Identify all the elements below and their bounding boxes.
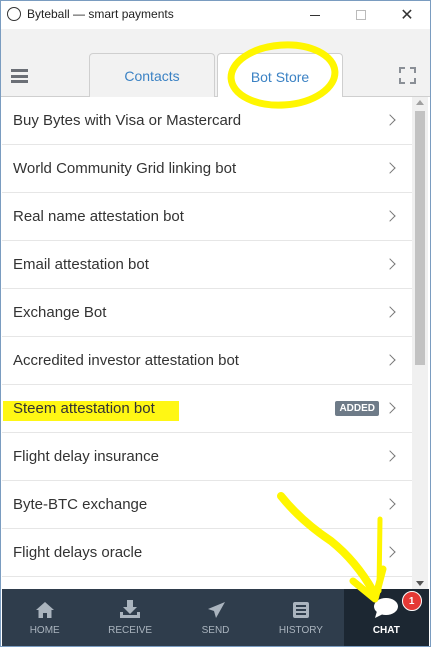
tab-bot-store[interactable]: Bot Store <box>217 53 343 99</box>
scrollbar[interactable] <box>412 97 428 589</box>
bot-label: Byte-BTC exchange <box>13 496 148 513</box>
close-button[interactable]: ✕ <box>384 1 430 29</box>
bot-label: Buy Bytes with Visa or Mastercard <box>13 112 242 129</box>
nav-receive[interactable]: RECEIVE <box>87 589 172 646</box>
bot-label: Flight delays oracle <box>13 544 143 561</box>
chevron-right-icon <box>384 258 396 270</box>
bot-row-accredited-investor[interactable]: Accredited investor attestation bot <box>2 337 412 385</box>
scroll-thumb[interactable] <box>415 111 425 365</box>
chevron-right-icon <box>384 498 396 510</box>
window-title: Byteball — smart payments <box>27 7 174 21</box>
nav-history-label: HISTORY <box>278 625 323 636</box>
notification-badge: 1 <box>401 591 422 611</box>
chevron-right-icon <box>384 450 396 462</box>
minimize-icon <box>310 14 320 16</box>
bot-label: Accredited investor attestation bot <box>13 352 239 369</box>
bot-row-flight-delay-insurance[interactable]: Flight delay insurance <box>2 433 412 481</box>
nav-home-label: HOME <box>29 625 60 636</box>
header: Contacts Bot Store <box>1 29 430 99</box>
receive-icon <box>120 600 141 618</box>
bot-label: Exchange Bot <box>13 304 107 321</box>
nav-chat-label: CHAT <box>372 625 400 636</box>
added-badge: ADDED <box>335 401 379 416</box>
maximize-button[interactable] <box>338 1 384 29</box>
bot-row-buy-bytes[interactable]: Buy Bytes with Visa or Mastercard <box>2 97 412 145</box>
bot-label: Steem attestation bot <box>13 400 155 417</box>
bot-row-exchange[interactable]: Exchange Bot <box>2 289 412 337</box>
bot-list: Buy Bytes with Visa or Mastercard World … <box>2 97 412 589</box>
title-bar[interactable]: Byteball — smart payments ✕ <box>1 1 430 29</box>
nav-history[interactable]: HISTORY <box>258 589 343 646</box>
chevron-right-icon <box>384 402 396 414</box>
scroll-down-arrow-icon[interactable] <box>416 581 424 586</box>
bottom-nav: HOME RECEIVE SEND HISTORY CHAT 1 <box>2 589 430 646</box>
bot-row-world-community-grid[interactable]: World Community Grid linking bot <box>2 145 412 193</box>
chevron-right-icon <box>384 306 396 318</box>
bot-label: Email attestation bot <box>13 256 149 273</box>
bot-label: Flight delay insurance <box>13 448 159 465</box>
maximize-icon <box>356 10 366 20</box>
nav-chat[interactable]: CHAT 1 <box>343 589 430 646</box>
close-icon: ✕ <box>400 7 414 24</box>
bot-row-partial[interactable] <box>2 577 412 589</box>
chevron-right-icon <box>384 354 396 366</box>
bot-row-steem[interactable]: Steem attestation bot ADDED <box>2 385 412 433</box>
send-icon <box>207 602 225 618</box>
chevron-right-icon <box>384 546 396 558</box>
bot-row-email[interactable]: Email attestation bot <box>2 241 412 289</box>
minimize-button[interactable] <box>292 1 338 29</box>
chevron-right-icon <box>384 162 396 174</box>
app-window: Byteball — smart payments ✕ Contacts Bot… <box>0 0 431 647</box>
app-logo-icon <box>7 7 21 21</box>
tab-contacts-label: Contacts <box>124 68 180 84</box>
chevron-right-icon <box>384 210 396 222</box>
bot-row-flight-delays-oracle[interactable]: Flight delays oracle <box>2 529 412 577</box>
chat-icon <box>374 598 399 618</box>
bot-label: World Community Grid linking bot <box>13 160 237 177</box>
chevron-right-icon <box>384 114 396 126</box>
nav-send[interactable]: SEND <box>173 589 258 646</box>
nav-receive-label: RECEIVE <box>108 625 153 636</box>
bot-row-byte-btc[interactable]: Byte-BTC exchange <box>2 481 412 529</box>
nav-home[interactable]: HOME <box>2 589 87 646</box>
nav-send-label: SEND <box>201 625 230 636</box>
bot-label: Real name attestation bot <box>13 208 184 225</box>
bot-row-real-name[interactable]: Real name attestation bot <box>2 193 412 241</box>
history-icon <box>292 602 309 618</box>
scroll-up-arrow-icon[interactable] <box>416 100 424 105</box>
tab-bot-store-label: Bot Store <box>250 68 310 85</box>
tab-contacts[interactable]: Contacts <box>89 53 215 98</box>
menu-icon[interactable] <box>11 69 28 83</box>
home-icon <box>35 602 54 618</box>
qr-scan-icon[interactable] <box>399 67 416 84</box>
